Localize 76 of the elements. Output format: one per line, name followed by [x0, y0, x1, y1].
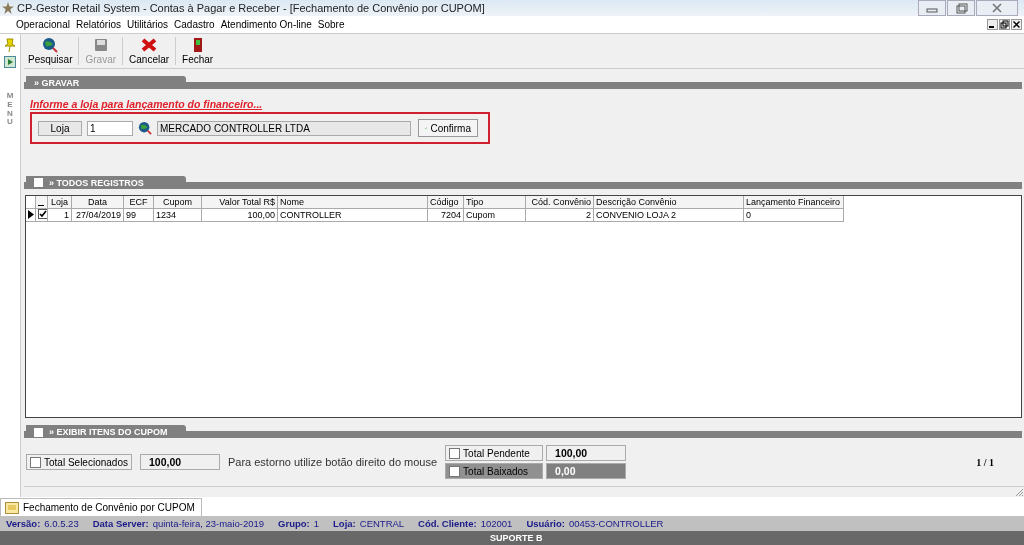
column-header[interactable]: Cód. Convênio	[526, 195, 594, 209]
column-header[interactable]: Loja	[48, 195, 72, 209]
status-label: Data Server:	[92, 518, 149, 529]
underscore-icon	[38, 204, 44, 206]
table-cell: 1234	[154, 208, 202, 222]
menu-item[interactable]: Relatórios	[75, 19, 121, 30]
status-value: 102001	[480, 518, 513, 529]
total-value: 0,00	[546, 463, 627, 480]
toolbar-button[interactable]: Cancelar	[127, 36, 172, 67]
table-cell: 1	[48, 208, 72, 222]
hint-text: Para estorno utilize botão direito do mouse	[227, 456, 438, 469]
column-header[interactable]: Lançamento Financeiro	[744, 195, 844, 209]
column-header[interactable]: Nome	[278, 195, 428, 209]
window-title: CP-Gestor Retail System - Contas à Pagar e Receber - [Fechamento de Convênio por CUPOM]	[17, 2, 485, 14]
page-indicator: 1 / 1	[976, 456, 994, 468]
resize-grip-icon[interactable]	[1014, 487, 1024, 497]
column-header[interactable]: Código	[428, 195, 464, 209]
column-header[interactable]: Valor Total R$	[202, 195, 278, 209]
menu-item[interactable]: Cadastro	[174, 19, 215, 30]
footer-label: SUPORTE B	[490, 533, 543, 543]
window-icon	[5, 501, 19, 514]
table-cell: 0	[744, 208, 844, 222]
table-cell: 100,00	[202, 208, 278, 222]
sidebar-label[interactable]: MENU	[6, 92, 14, 128]
minimize-icon[interactable]	[987, 19, 998, 30]
pin-icon[interactable]	[4, 38, 16, 52]
search-icon	[42, 37, 59, 54]
total-value: 100,00	[546, 445, 627, 462]
status-label: Loja:	[333, 518, 356, 529]
menu-item[interactable]: Sobre	[317, 19, 345, 30]
status-label: Grupo:	[278, 518, 310, 529]
app-logo-icon	[2, 2, 14, 14]
store-button[interactable]: Loja	[38, 120, 82, 136]
section-tab: » EXIBIR ITENS DO CUPOM	[26, 425, 186, 439]
status-label: Versão:	[6, 518, 41, 529]
status-value: 00453-CONTROLLER	[568, 518, 664, 529]
menu-item[interactable]: Utilitários	[126, 19, 169, 30]
menu-item[interactable]: Operacional	[16, 19, 70, 30]
menu-item[interactable]: Atendimento On-line	[220, 19, 312, 30]
total-selected-checkbox[interactable]: Total Selecionados	[26, 454, 132, 471]
toolbar-button[interactable]: Fechar	[180, 36, 216, 67]
total-selected-value: 100,00	[139, 454, 220, 471]
column-header[interactable]: Descrição Convênio	[594, 195, 744, 209]
status-value: 1	[313, 518, 320, 529]
search-icon[interactable]	[138, 121, 152, 136]
checkbox[interactable]	[34, 427, 43, 437]
table-cell: 27/04/2019	[72, 208, 124, 222]
total-checkbox[interactable]: Total Pendente	[445, 445, 544, 462]
status-value: 6.0.5.23	[44, 518, 79, 529]
restore-icon[interactable]	[999, 19, 1010, 30]
status-value: CENTRAL	[359, 518, 405, 529]
section-tab: » TODOS REGISTROS	[26, 175, 186, 189]
table-cell: CONTROLLER	[278, 208, 428, 222]
status-label: Usuário:	[526, 518, 565, 529]
column-header[interactable]: Cupom	[154, 195, 202, 209]
close-icon[interactable]	[1011, 19, 1022, 30]
store-prompt-message: Informe a loja para lançamento do financeiro...	[30, 98, 264, 111]
store-name-field: MERCADO CONTROLLER LTDA	[157, 120, 411, 136]
checkbox[interactable]	[34, 178, 43, 188]
table-cell: CONVENIO LOJA 2	[594, 208, 744, 222]
status-label: Cód. Cliente:	[418, 518, 477, 529]
store-code-field[interactable]: 1	[87, 120, 133, 136]
column-header[interactable]: Data	[72, 195, 124, 209]
total-checkbox[interactable]: Total Baixados	[445, 463, 544, 480]
status-value: quinta-feira, 23-maio-2019	[152, 518, 265, 529]
play-icon[interactable]	[4, 56, 16, 68]
cancel-icon	[141, 37, 158, 54]
toolbar-button[interactable]: Pesquisar	[26, 36, 75, 67]
column-header[interactable]: Tipo	[464, 195, 526, 209]
confirm-button[interactable]: Confirma	[418, 119, 478, 138]
row-checkbox[interactable]	[38, 208, 47, 219]
table-cell: 2	[526, 208, 594, 222]
table-cell: 7204	[428, 208, 464, 222]
table-cell: 99	[124, 208, 154, 222]
table-cell: Cupom	[464, 208, 526, 222]
column-header[interactable]: ECF	[124, 195, 154, 209]
